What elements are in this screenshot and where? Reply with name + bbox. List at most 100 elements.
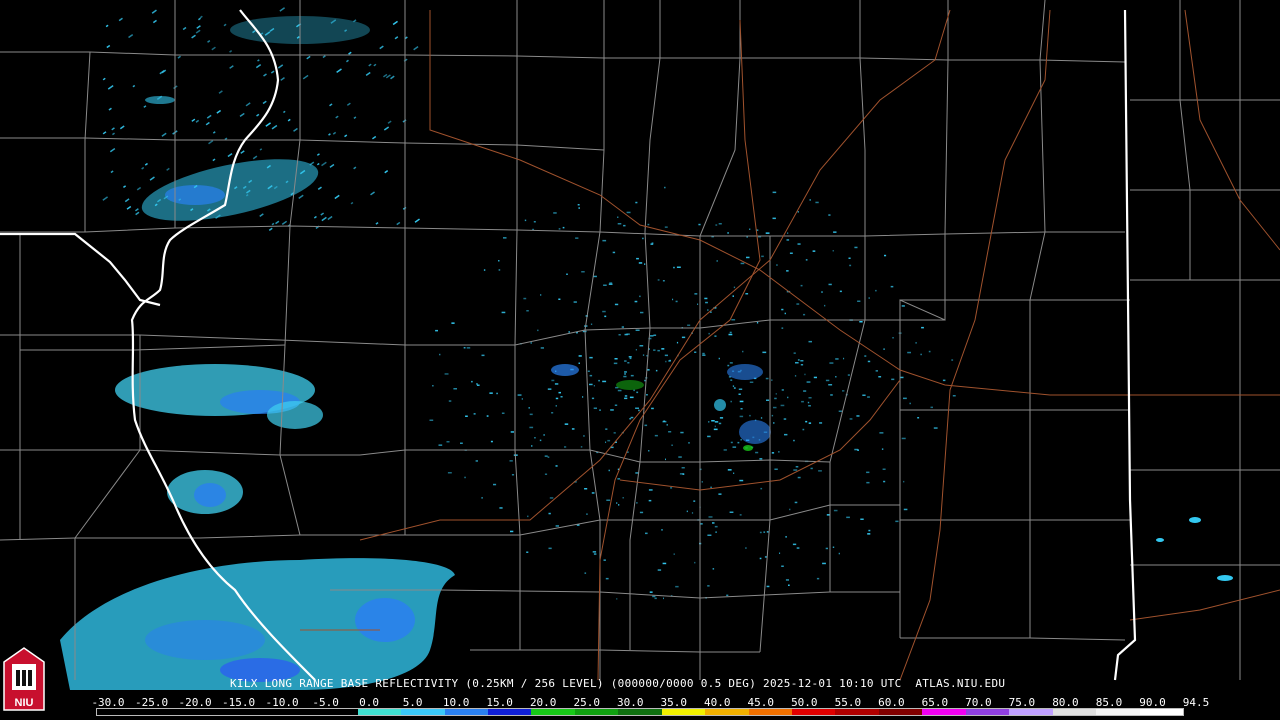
clutter-echo [602,310,606,313]
clutter-echo [555,405,557,407]
clutter-echo [738,388,743,390]
clutter-echo [694,293,698,295]
clutter-echo [624,360,627,362]
clutter-echo [571,428,575,430]
clutter-echo [549,497,554,499]
clutter-echo [439,353,441,356]
clutter-echo [727,364,730,367]
color-bar-segment [227,709,271,715]
clutter-echo [530,342,532,344]
clutter-echo [540,347,544,349]
clutter-echo [558,228,561,230]
clutter-echo [793,439,795,442]
clutter-echo [815,201,819,204]
clutter-echo [624,395,628,397]
clutter-echo [617,223,622,225]
clutter-echo [810,467,813,470]
clutter-echo [806,381,811,383]
clutter-echo [825,379,830,382]
clutter-echo [868,297,870,299]
clutter-echo [662,280,665,282]
clutter-echo [629,396,634,399]
clutter-echo [528,407,530,409]
clutter-echo [603,284,607,286]
clutter-echo [612,251,616,254]
color-bar-segment [1009,709,1053,715]
clutter-echo [586,513,588,515]
radar-map[interactable]: NIU [0,0,1280,720]
clutter-echo [555,465,558,467]
clutter-echo [857,300,861,302]
clutter-echo [589,374,593,377]
clutter-echo [759,458,763,460]
clutter-echo [795,466,799,468]
color-bar-segment [748,709,792,715]
clutter-echo [560,396,563,398]
clutter-echo [704,297,708,300]
clutter-echo [544,455,548,457]
clutter-echo [781,327,784,329]
clutter-echo [624,373,626,375]
clutter-echo [463,347,466,349]
clutter-echo [832,250,834,252]
clutter-echo [583,435,585,437]
clutter-echo [635,407,639,409]
clutter-echo [616,598,618,600]
clutter-echo [533,221,536,223]
clutter-echo [446,441,450,443]
clutter-echo [558,391,561,394]
clutter-echo [737,441,740,444]
color-bar-segment [792,709,836,715]
clutter-echo [707,585,710,587]
clutter-echo [701,481,703,483]
clutter-echo [951,359,954,361]
clutter-echo [732,385,735,387]
clutter-echo [759,557,762,560]
clutter-echo [711,420,715,422]
color-bar-segment [401,709,445,715]
clutter-echo [808,422,812,424]
clutter-echo [846,516,850,519]
clutter-echo [732,446,737,448]
clutter-echo [763,531,766,533]
clutter-echo [796,303,800,305]
clutter-echo [824,304,826,307]
clutter-echo [786,270,789,272]
clutter-echo [604,315,607,318]
clutter-echo [584,488,588,490]
clutter-echo [523,297,527,300]
clutter-echo [593,553,597,555]
clutter-echo [636,257,639,260]
clutter-echo [582,396,584,398]
color-bar-segment [97,709,141,715]
clutter-echo [849,418,853,420]
clutter-echo [727,469,732,471]
clutter-echo [884,254,887,257]
product-caption: KILX LONG RANGE BASE REFLECTIVITY (0.25K… [230,677,1006,690]
clutter-echo [668,360,671,362]
clutter-echo [866,481,870,484]
clutter-echo [749,228,751,230]
clutter-echo [654,434,658,437]
clutter-echo [466,347,471,349]
clutter-echo [903,397,907,400]
color-bar-segment [140,709,184,715]
color-bar-segment [705,709,749,715]
clutter-echo [733,472,735,474]
clutter-echo [639,345,644,347]
clutter-echo [639,295,641,298]
clutter-echo [781,308,784,311]
clutter-echo [646,394,648,396]
clutter-echo [627,362,630,364]
clutter-echo [598,379,600,382]
clutter-echo [663,597,664,600]
clutter-echo [745,547,747,549]
clutter-echo [715,224,718,226]
clutter-echo [578,362,580,364]
clutter-echo [688,442,690,444]
clutter-echo [921,326,924,329]
clutter-echo [687,324,691,326]
clutter-echo [602,239,607,242]
clutter-echo [691,512,694,514]
clutter-echo [534,437,536,439]
